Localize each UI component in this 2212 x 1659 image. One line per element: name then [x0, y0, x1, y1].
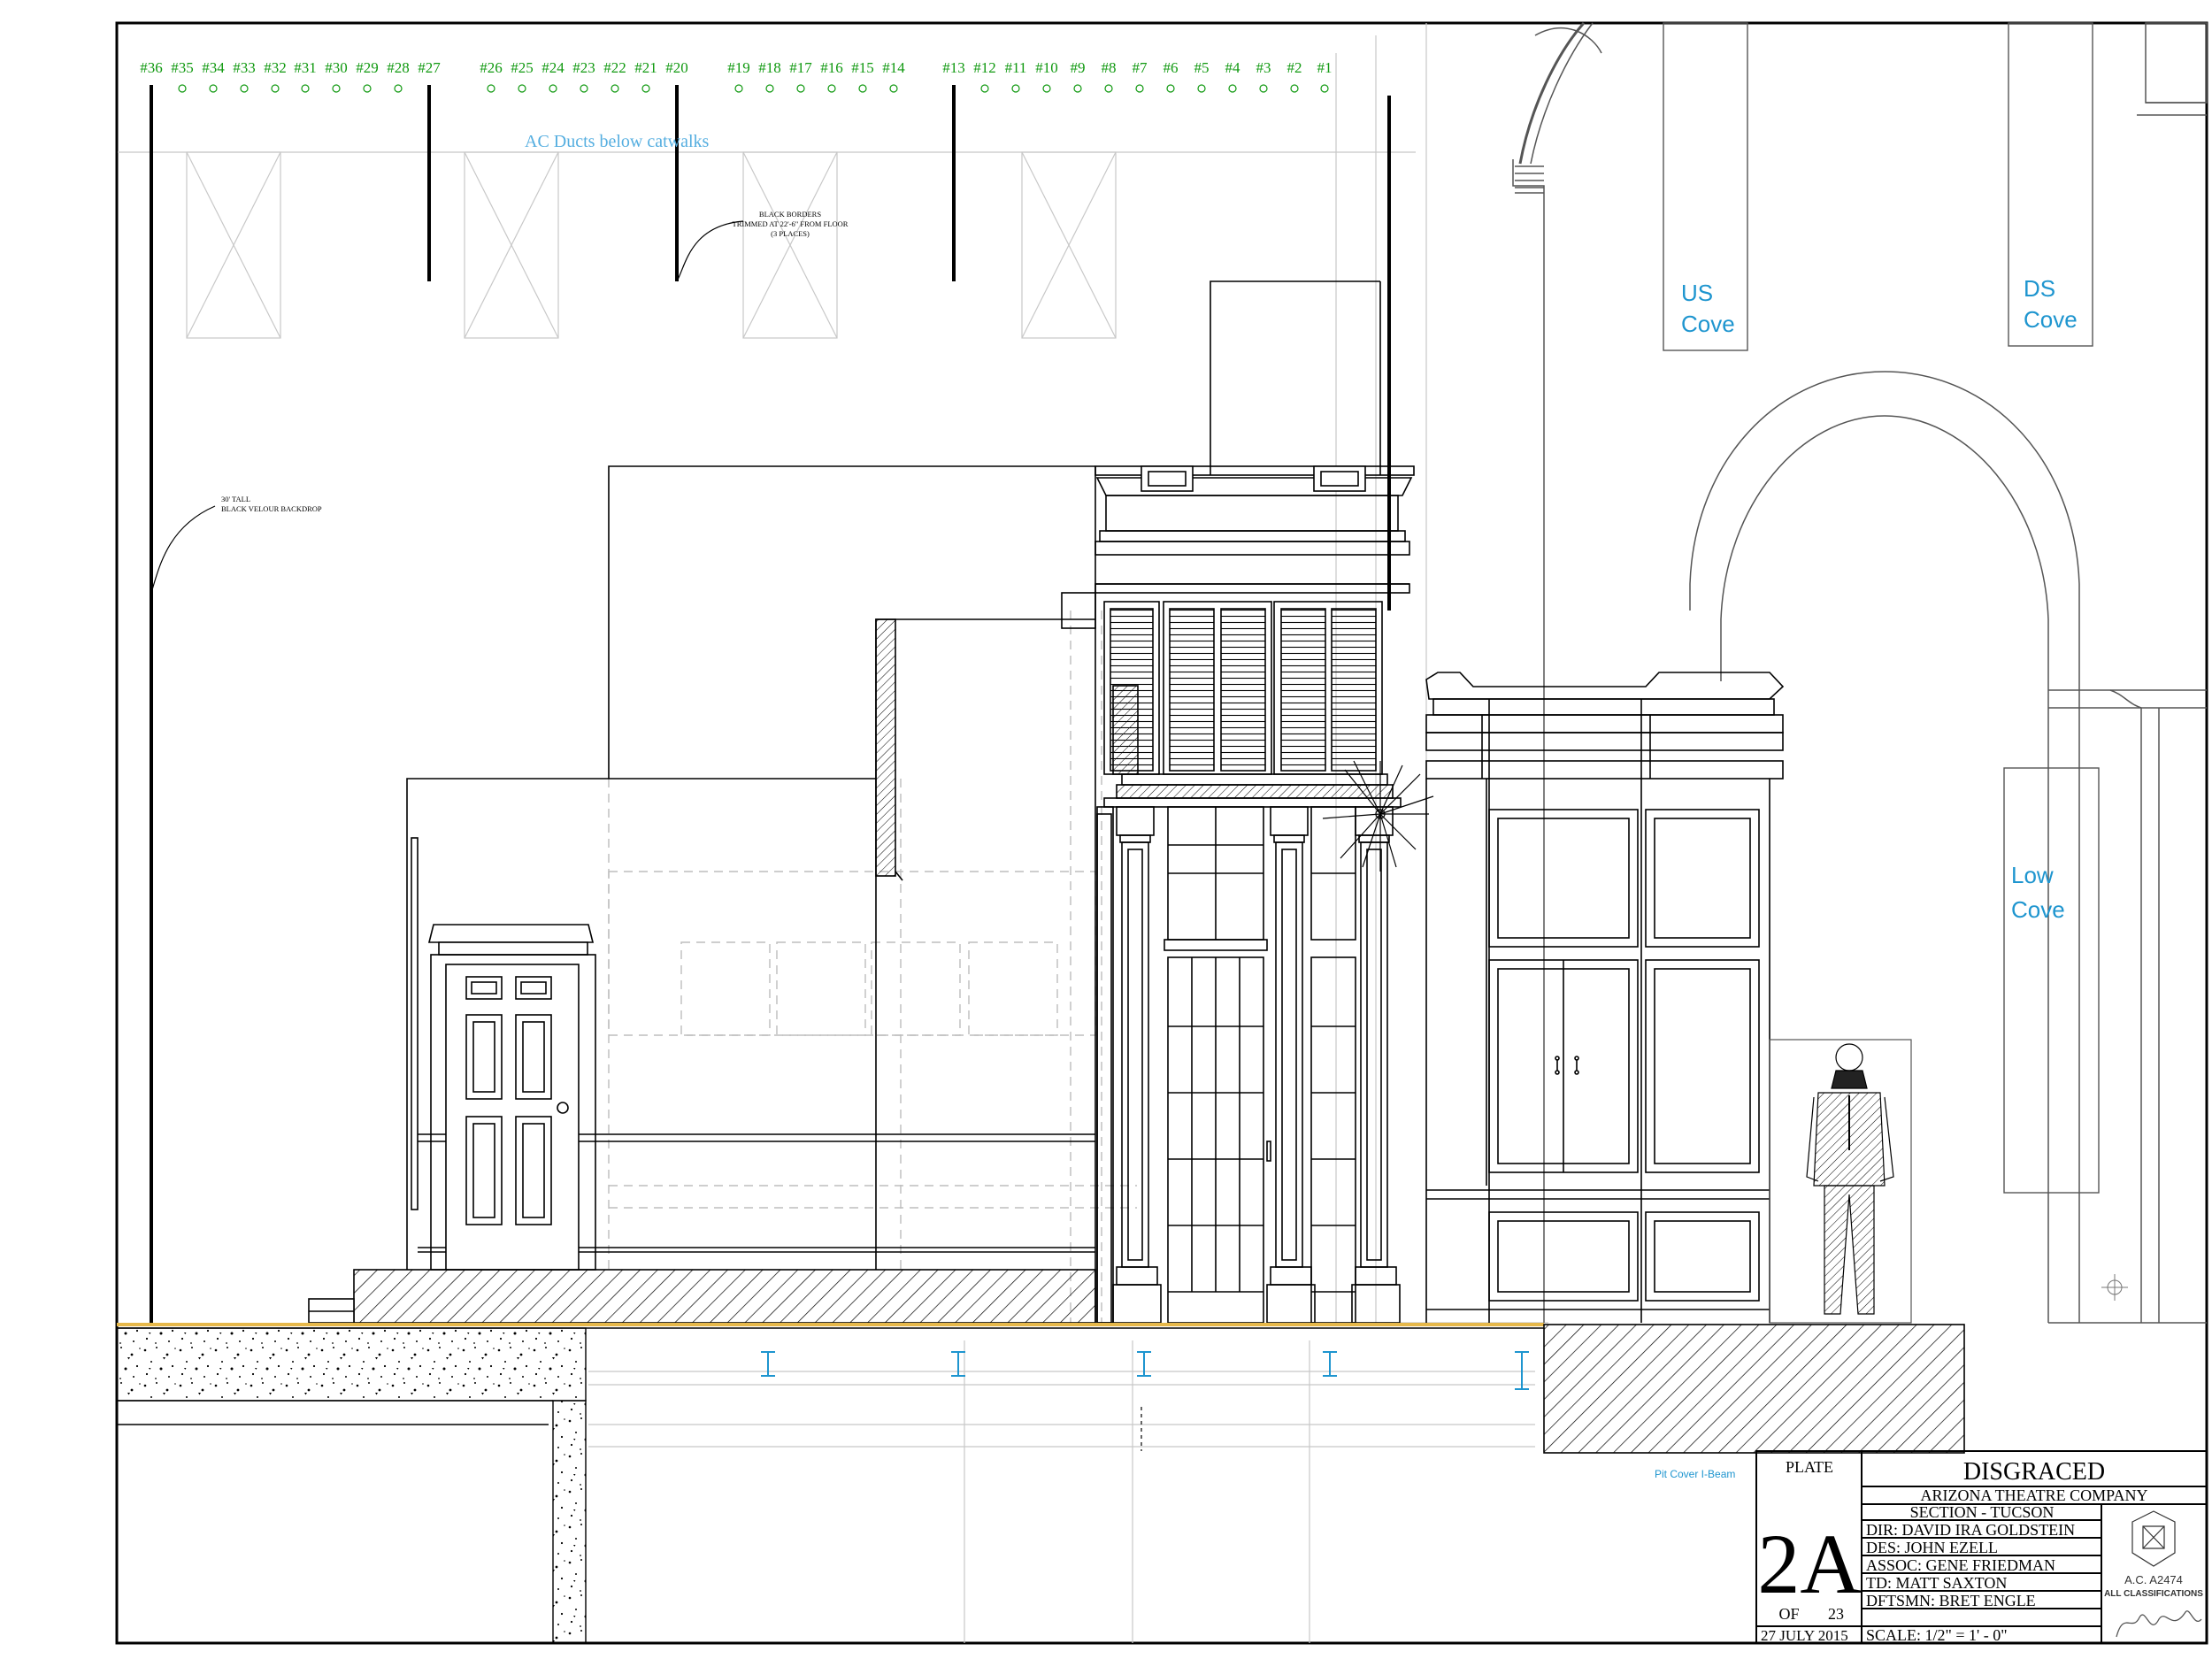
lineset-label: #14: [882, 59, 905, 76]
lineset-dots: [178, 84, 1329, 93]
chandelier-icon: [1322, 760, 1434, 872]
total-plates: 23: [1828, 1605, 1844, 1623]
designer-credit: DES: JOHN EZELL: [1866, 1539, 1998, 1556]
borders-leader: [676, 220, 744, 282]
lineset-label: #18: [758, 59, 781, 76]
lineset-label: #12: [973, 59, 996, 76]
pit-wall: [1543, 1324, 1965, 1454]
director-credit: DIR: DAVID IRA GOLDSTEIN: [1866, 1521, 2075, 1539]
lineset-label: #26: [480, 59, 503, 76]
td-credit: TD: MATT SAXTON: [1866, 1574, 2007, 1592]
lineset-label: #13: [942, 59, 965, 76]
union-stamp-text: A.C. A2474: [2124, 1573, 2183, 1586]
lineset-row-mid1: #26 #25 #24 #23 #22 #21 #20: [480, 59, 688, 76]
backdrop-note: BLACK VELOUR BACKDROP: [221, 504, 322, 513]
lineset-label: #32: [264, 59, 287, 76]
lineset-label: #4: [1225, 59, 1241, 76]
section-name: SECTION - TUCSON: [1910, 1503, 2055, 1521]
lineset-row-right: #13 #12 #11 #10 #9 #8 #7 #6 #5 #4 #3 #2 …: [942, 59, 1332, 76]
show-title: DISGRACED: [1963, 1458, 2105, 1486]
scale-figure: [1769, 1039, 1912, 1324]
lineset-label: #23: [572, 59, 595, 76]
of-label: OF: [1778, 1605, 1799, 1623]
lineset-label: #31: [294, 59, 317, 76]
lineset-label: #11: [1005, 59, 1027, 76]
i-beams: [761, 1351, 1529, 1390]
lineset-label: #2: [1287, 59, 1302, 76]
us-cove-label: Cove: [1681, 311, 1735, 337]
backdrop-leader: [150, 505, 216, 594]
borders-note: TRIMMED AT 22'-6" FROM FLOOR: [733, 219, 849, 228]
pit-cover-note: Pit Cover I-Beam: [1655, 1468, 1735, 1480]
low-cove-label: Cove: [2011, 896, 2065, 923]
lineset-label: #20: [665, 59, 688, 76]
built-in-cabinet: [1425, 672, 1785, 1323]
borders-note: BLACK BORDERS: [759, 210, 821, 219]
plate-date: 27 JULY 2015: [1761, 1627, 1848, 1644]
lineset-label: #33: [233, 59, 256, 76]
backdrop-note: 30' TALL: [221, 495, 250, 503]
ac-ducts-note: AC Ducts below catwalks: [525, 132, 710, 151]
borders-note: (3 PLACES): [771, 229, 810, 238]
plate-label: PLATE: [1786, 1458, 1833, 1476]
lineset-label: #36: [140, 59, 163, 76]
lineset-label: #10: [1035, 59, 1058, 76]
company-name: ARIZONA THEATRE COMPANY: [1920, 1486, 2147, 1504]
lineset-label: #21: [634, 59, 657, 76]
lineset-label: #30: [325, 59, 348, 76]
concrete-wall: [552, 1400, 587, 1644]
plate-number: 2A: [1757, 1517, 1861, 1611]
lineset-label: #3: [1256, 59, 1271, 76]
lineset-label: #9: [1071, 59, 1086, 76]
lineset-label: #6: [1164, 59, 1179, 76]
platform: [308, 1269, 1096, 1324]
french-door-bay: [1094, 465, 1415, 1324]
signature: [2116, 1610, 2202, 1638]
draftsman-credit: DFTSMN: BRET ENGLE: [1866, 1592, 2036, 1609]
lineset-label: #22: [603, 59, 626, 76]
lineset-label: #34: [202, 59, 225, 76]
lineset-label: #25: [511, 59, 534, 76]
target-mark-icon: [2101, 1274, 2128, 1301]
lineset-label: #19: [727, 59, 750, 76]
lineset-row-left: #36 #35 #34 #33 #32 #31 #30 #29 #28 #27: [140, 59, 441, 76]
ds-cove-label: DS: [2024, 275, 2055, 302]
lineset-label: #35: [171, 59, 194, 76]
lineset-label: #7: [1133, 59, 1148, 76]
lineset-label: #28: [387, 59, 410, 76]
union-stamp-icon: [2131, 1510, 2176, 1567]
lineset-label: #15: [851, 59, 874, 76]
lineset-label: #5: [1194, 59, 1210, 76]
lineset-label: #8: [1102, 59, 1117, 76]
lineset-row-mid2: #19 #18 #17 #16 #15 #14: [727, 59, 905, 76]
door-unit: [427, 924, 596, 1271]
us-cove-label: US: [1681, 280, 1713, 306]
lineset-label: #1: [1317, 59, 1333, 76]
lineset-label: #16: [820, 59, 843, 76]
hidden-lines: [608, 611, 1137, 1323]
scale-note: SCALE: 1/2" = 1' - 0": [1866, 1626, 2008, 1644]
section-drawing: #36 #35 #34 #33 #32 #31 #30 #29 #28 #27 …: [115, 21, 2208, 1645]
concrete-slab: [116, 1327, 587, 1402]
union-stamp-text: ALL CLASSIFICATIONS: [2104, 1589, 2203, 1599]
low-cove-label: Low: [2011, 862, 2054, 888]
cove-boxes: [1663, 22, 2100, 1194]
associate-credit: ASSOC: GENE FRIEDMAN: [1866, 1556, 2055, 1574]
lineset-label: #27: [418, 59, 441, 76]
lineset-label: #24: [541, 59, 565, 76]
lineset-label: #29: [356, 59, 379, 76]
ds-cove-label: Cove: [2024, 306, 2078, 333]
lineset-label: #17: [789, 59, 812, 76]
